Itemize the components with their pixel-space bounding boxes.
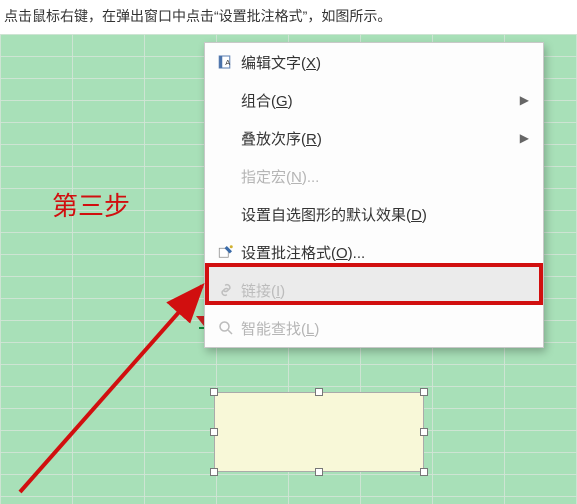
comment-indicator — [196, 316, 204, 326]
resize-handle[interactable] — [210, 428, 218, 436]
resize-handle[interactable] — [315, 468, 323, 476]
instruction-text: 点击鼠标右键，在弹出窗口中点击“设置批注格式”，如图所示。 — [0, 0, 577, 34]
menu-label: 链接(I) — [241, 280, 543, 301]
resize-handle[interactable] — [420, 428, 428, 436]
worksheet-area: 第三步 A 编辑文字(X) 组合(G) ▶ 叠放次序(R) — [0, 34, 577, 504]
menu-smart-lookup: 智能查找(L) — [205, 309, 543, 347]
format-icon — [211, 243, 241, 261]
menu-label: 智能查找(L) — [241, 318, 543, 339]
menu-label: 指定宏(N)... — [241, 166, 543, 187]
resize-handle[interactable] — [315, 388, 323, 396]
menu-link: 链接(I) — [205, 271, 543, 309]
menu-label: 叠放次序(R) — [241, 128, 520, 149]
resize-handle[interactable] — [420, 388, 428, 396]
comment-box[interactable] — [214, 392, 424, 472]
menu-format-comment[interactable]: 设置批注格式(O)... — [205, 233, 543, 271]
menu-assign-macro: 指定宏(N)... — [205, 157, 543, 195]
resize-handle[interactable] — [420, 468, 428, 476]
edit-text-icon: A — [211, 53, 241, 71]
menu-label: 组合(G) — [241, 90, 520, 111]
resize-handle[interactable] — [210, 388, 218, 396]
menu-edit-text[interactable]: A 编辑文字(X) — [205, 43, 543, 81]
context-menu: A 编辑文字(X) 组合(G) ▶ 叠放次序(R) ▶ 指定宏(N)... — [204, 42, 544, 348]
resize-handle[interactable] — [210, 468, 218, 476]
submenu-arrow-icon: ▶ — [520, 131, 543, 145]
link-icon — [211, 281, 241, 299]
menu-label: 设置批注格式(O)... — [241, 242, 543, 263]
submenu-arrow-icon: ▶ — [520, 93, 543, 107]
lookup-icon — [211, 319, 241, 337]
menu-order[interactable]: 叠放次序(R) ▶ — [205, 119, 543, 157]
menu-default-shape[interactable]: 设置自选图形的默认效果(D) — [205, 195, 543, 233]
svg-text:A: A — [225, 58, 230, 67]
menu-group[interactable]: 组合(G) ▶ — [205, 81, 543, 119]
step-label: 第三步 — [52, 186, 130, 223]
menu-label: 编辑文字(X) — [241, 52, 543, 73]
tutorial-arrow — [10, 244, 230, 504]
menu-label: 设置自选图形的默认效果(D) — [241, 204, 543, 225]
